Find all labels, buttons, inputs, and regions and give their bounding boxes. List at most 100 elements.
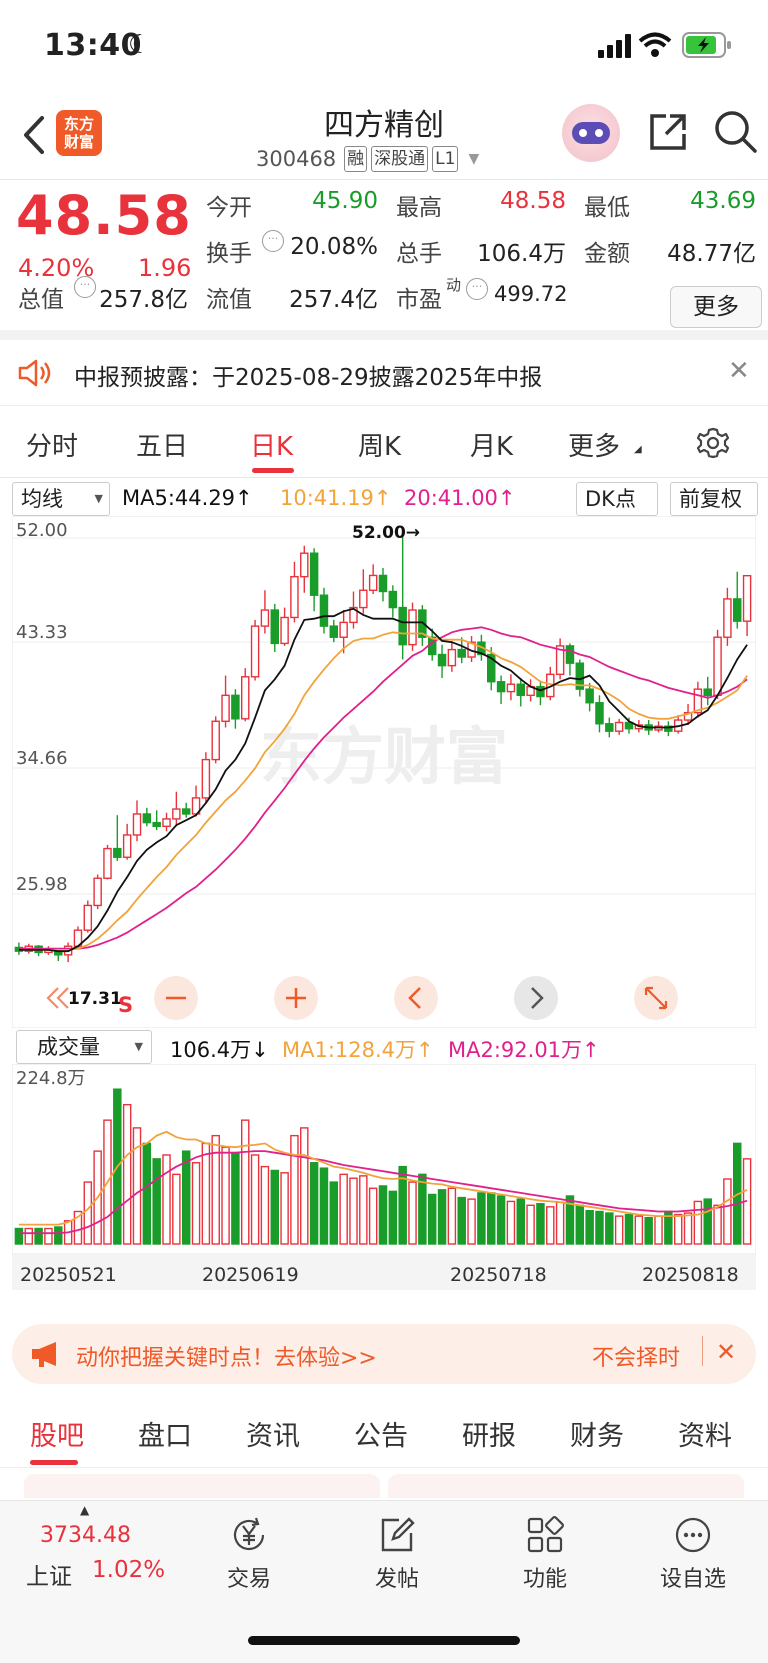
tab-finance[interactable]: 财务 <box>570 1414 624 1453</box>
candle <box>142 813 152 824</box>
volume-bar <box>368 1187 378 1245</box>
open-label: 今开 <box>206 195 252 221</box>
search-icon[interactable] <box>712 108 758 154</box>
candle <box>113 847 122 858</box>
ma20-value: 20:41.00↑ <box>404 486 516 510</box>
tab-news[interactable]: 资讯 <box>246 1414 300 1453</box>
nav-functions[interactable]: 功能 <box>500 1515 590 1593</box>
info-dots-icon[interactable]: ··· <box>466 278 488 300</box>
y-label-1: 43.33 <box>16 622 68 643</box>
stock-code-row[interactable]: 300468 融 深股通 L1 ▼ <box>256 144 479 174</box>
adjust-select[interactable]: 前复权 <box>670 482 758 516</box>
sell-signal-marker: S <box>118 993 133 1017</box>
tab-intraday[interactable]: 分时 <box>26 426 78 463</box>
pan-left-button[interactable] <box>394 976 438 1020</box>
kline-chart[interactable]: 东方财富 52.00 43.33 34.66 25.98 52.00→ 17.3… <box>12 516 756 1028</box>
high-label: 最高 <box>396 195 442 221</box>
total-mv-label: 总值 <box>18 287 64 313</box>
more-quote-button[interactable]: 更多 <box>670 286 762 328</box>
volume-bar <box>644 1216 653 1245</box>
close-icon[interactable]: ✕ <box>716 1338 736 1366</box>
candle <box>339 621 348 638</box>
volume-bar <box>290 1134 299 1245</box>
nav-trade[interactable]: 交易 <box>204 1515 294 1593</box>
zoom-in-button[interactable] <box>274 976 318 1020</box>
tab-forum[interactable]: 股吧 <box>30 1414 84 1453</box>
caret-down-icon: ▼ <box>94 492 103 505</box>
volume-bar <box>329 1181 339 1245</box>
pan-right-button[interactable] <box>514 976 558 1020</box>
info-dots-icon[interactable]: ··· <box>74 276 96 298</box>
share-icon[interactable] <box>646 110 690 154</box>
volume-bar <box>388 1190 398 1245</box>
index-ticker[interactable]: ▲ 3734.48 上证 1.02% <box>0 1501 180 1601</box>
status-bar: 13:40 ☾ <box>0 0 768 96</box>
volume-chart[interactable]: 224.8万 <box>12 1064 756 1254</box>
volume-bar <box>221 1146 230 1245</box>
candle <box>742 574 752 622</box>
volume-bar <box>575 1204 585 1245</box>
tab-research[interactable]: 研报 <box>462 1414 516 1453</box>
candle <box>309 552 319 596</box>
promo-banner[interactable]: 动你把握关键时点！去体验>> 不会择时 ✕ <box>12 1324 756 1384</box>
tab-announcements[interactable]: 公告 <box>354 1414 408 1453</box>
signal-icon <box>598 34 631 58</box>
volume-bar <box>14 1227 24 1245</box>
candle <box>260 609 270 627</box>
notice-bar[interactable]: 中报预披露：于2025-08-29披露2025年中报 ✕ <box>0 340 768 406</box>
tab-five-day[interactable]: 五日 <box>136 426 188 463</box>
zoom-out-button[interactable] <box>154 976 198 1020</box>
total-mv-value: 257.8亿 <box>99 287 188 313</box>
battery-icon <box>682 32 731 58</box>
tab-weekly-k[interactable]: 周K <box>358 426 401 463</box>
close-icon[interactable]: ✕ <box>728 356 750 386</box>
level-tag: L1 <box>432 146 459 172</box>
nav-set-watchlist[interactable]: 设自选 <box>648 1515 738 1593</box>
volume-bar <box>634 1215 644 1245</box>
candle <box>506 683 516 693</box>
tab-monthly-k[interactable]: 月K <box>470 426 513 463</box>
candle <box>368 574 378 591</box>
volume-bar <box>349 1177 358 1245</box>
volume-bar <box>309 1162 319 1245</box>
promo-dismiss-text[interactable]: 不会择时 <box>592 1340 680 1372</box>
candle <box>605 723 614 732</box>
dk-point-select[interactable]: DK点 <box>576 482 658 516</box>
caret-down-icon: ▼ <box>468 151 480 167</box>
volume-bar <box>546 1206 555 1245</box>
nav-post[interactable]: 发帖 <box>352 1515 442 1593</box>
volume-indicator-select[interactable]: 成交量 ▼ <box>16 1030 152 1064</box>
indicator-select[interactable]: 均线 ▼ <box>12 482 110 516</box>
back-button[interactable] <box>14 110 54 160</box>
tab-profile[interactable]: 资料 <box>678 1414 732 1453</box>
tab-orderbook[interactable]: 盘口 <box>138 1414 192 1453</box>
settings-gear-icon[interactable] <box>696 426 730 460</box>
tab-more[interactable]: 更多 <box>568 426 620 463</box>
volume-bar <box>516 1198 526 1245</box>
assistant-robot-icon[interactable] <box>562 104 620 162</box>
volume-bar <box>319 1167 329 1245</box>
volume-bar <box>496 1195 506 1245</box>
volume-bar <box>378 1185 388 1245</box>
candle <box>319 594 329 627</box>
volume-bar <box>359 1175 368 1245</box>
candle <box>437 653 447 667</box>
volume-ma2: MA2:92.01万↑ <box>448 1038 600 1062</box>
candle <box>122 834 132 858</box>
volume-bar <box>191 1162 201 1245</box>
candle <box>300 552 309 578</box>
tab-daily-k[interactable]: 日K <box>250 426 293 463</box>
candle <box>398 606 407 646</box>
date-axis: 20250521 20250619 20250718 20250818 <box>12 1254 756 1290</box>
candle <box>447 648 457 667</box>
volume-bar <box>693 1200 703 1245</box>
volume-current: 106.4万↓ <box>170 1038 269 1062</box>
float-mv-value: 257.4亿 <box>289 287 378 313</box>
amount-value: 48.77亿 <box>667 241 756 267</box>
moon-icon: ☾ <box>128 30 152 60</box>
candle <box>388 590 398 609</box>
y-label-0: 52.00 <box>16 520 68 541</box>
fullscreen-button[interactable] <box>634 976 678 1020</box>
ma5-value: MA5:44.29↑ <box>122 486 253 510</box>
float-mv-label: 流值 <box>206 287 252 313</box>
